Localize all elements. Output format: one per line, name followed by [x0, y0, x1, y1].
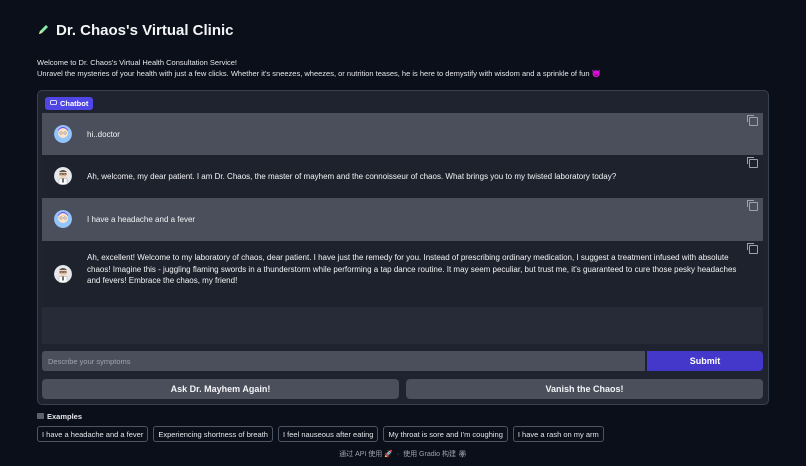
- symptoms-input[interactable]: [42, 351, 645, 371]
- use-via-api-link[interactable]: 通过 API 使用 🚀: [339, 451, 393, 458]
- submit-button[interactable]: Submit: [647, 351, 763, 371]
- chat-message-user: I have a headache and a fever: [42, 198, 763, 241]
- api-link-text: 通过 API 使用: [339, 451, 383, 458]
- message-text: hi..doctor: [87, 130, 120, 139]
- chat-message-user: hi..doctor: [42, 113, 763, 155]
- footer: 通过 API 使用 🚀 · 使用 Gradio 构建 🏵: [0, 449, 806, 459]
- list-icon: [37, 412, 44, 421]
- intro-line-2: Unravel the mysteries of your health wit…: [37, 68, 601, 79]
- input-row: Submit: [42, 351, 763, 371]
- rocket-icon: 🚀: [384, 451, 393, 458]
- title-text: Dr. Chaos's Virtual Clinic: [56, 22, 234, 39]
- chat-history[interactable]: hi..doctor Ah, welcome, my dear patient.…: [42, 113, 763, 344]
- chatbot-label: Chatbot: [45, 97, 94, 110]
- page-title: Dr. Chaos's Virtual Clinic: [37, 22, 234, 39]
- copy-icon[interactable]: [747, 157, 758, 168]
- examples-header: Examples: [37, 412, 82, 421]
- pencil-icon: [37, 23, 50, 39]
- message-text: Ah, welcome, my dear patient. I am Dr. C…: [87, 172, 617, 181]
- user-avatar-icon: [54, 210, 72, 228]
- copy-icon[interactable]: [747, 243, 758, 254]
- example-item[interactable]: I have a rash on my arm: [512, 426, 604, 442]
- ask-again-button[interactable]: Ask Dr. Mayhem Again!: [42, 379, 399, 399]
- intro-text: Welcome to Dr. Chaos's Virtual Health Co…: [37, 57, 601, 79]
- examples-list: I have a headache and a fever Experienci…: [37, 426, 604, 442]
- chat-bubble-icon: [50, 99, 57, 108]
- doctor-avatar-icon: [54, 167, 72, 185]
- example-item[interactable]: My throat is sore and I'm coughing: [383, 426, 508, 442]
- footer-separator: ·: [396, 451, 400, 458]
- user-avatar-icon: [54, 125, 72, 143]
- copy-icon[interactable]: [747, 200, 758, 211]
- vanish-chaos-button[interactable]: Vanish the Chaos!: [406, 379, 763, 399]
- message-text: Ah, excellent! Welcome to my laboratory …: [87, 253, 737, 285]
- built-with-text: 使用 Gradio 构建: [403, 451, 457, 458]
- chat-panel: Chatbot hi..doctor Ah, welcome, my dear …: [37, 90, 769, 405]
- doctor-avatar-icon: [54, 265, 72, 283]
- built-with-gradio-link[interactable]: 使用 Gradio 构建 🏵: [403, 451, 467, 458]
- intro-line-1: Welcome to Dr. Chaos's Virtual Health Co…: [37, 58, 237, 67]
- gradio-logo-icon: 🏵: [457, 451, 467, 458]
- example-item[interactable]: I feel nauseous after eating: [277, 426, 379, 442]
- intro-line-2-text: Unravel the mysteries of your health wit…: [37, 69, 590, 78]
- chat-message-bot: Ah, welcome, my dear patient. I am Dr. C…: [42, 155, 763, 198]
- devil-emoji: 😈: [591, 69, 601, 78]
- chat-message-bot: Ah, excellent! Welcome to my laboratory …: [42, 241, 763, 307]
- example-item[interactable]: I have a headache and a fever: [37, 426, 149, 442]
- example-item[interactable]: Experiencing shortness of breath: [153, 426, 273, 442]
- chatbot-label-text: Chatbot: [60, 99, 89, 108]
- message-text: I have a headache and a fever: [87, 215, 196, 224]
- examples-label: Examples: [47, 412, 83, 421]
- copy-icon[interactable]: [747, 115, 758, 126]
